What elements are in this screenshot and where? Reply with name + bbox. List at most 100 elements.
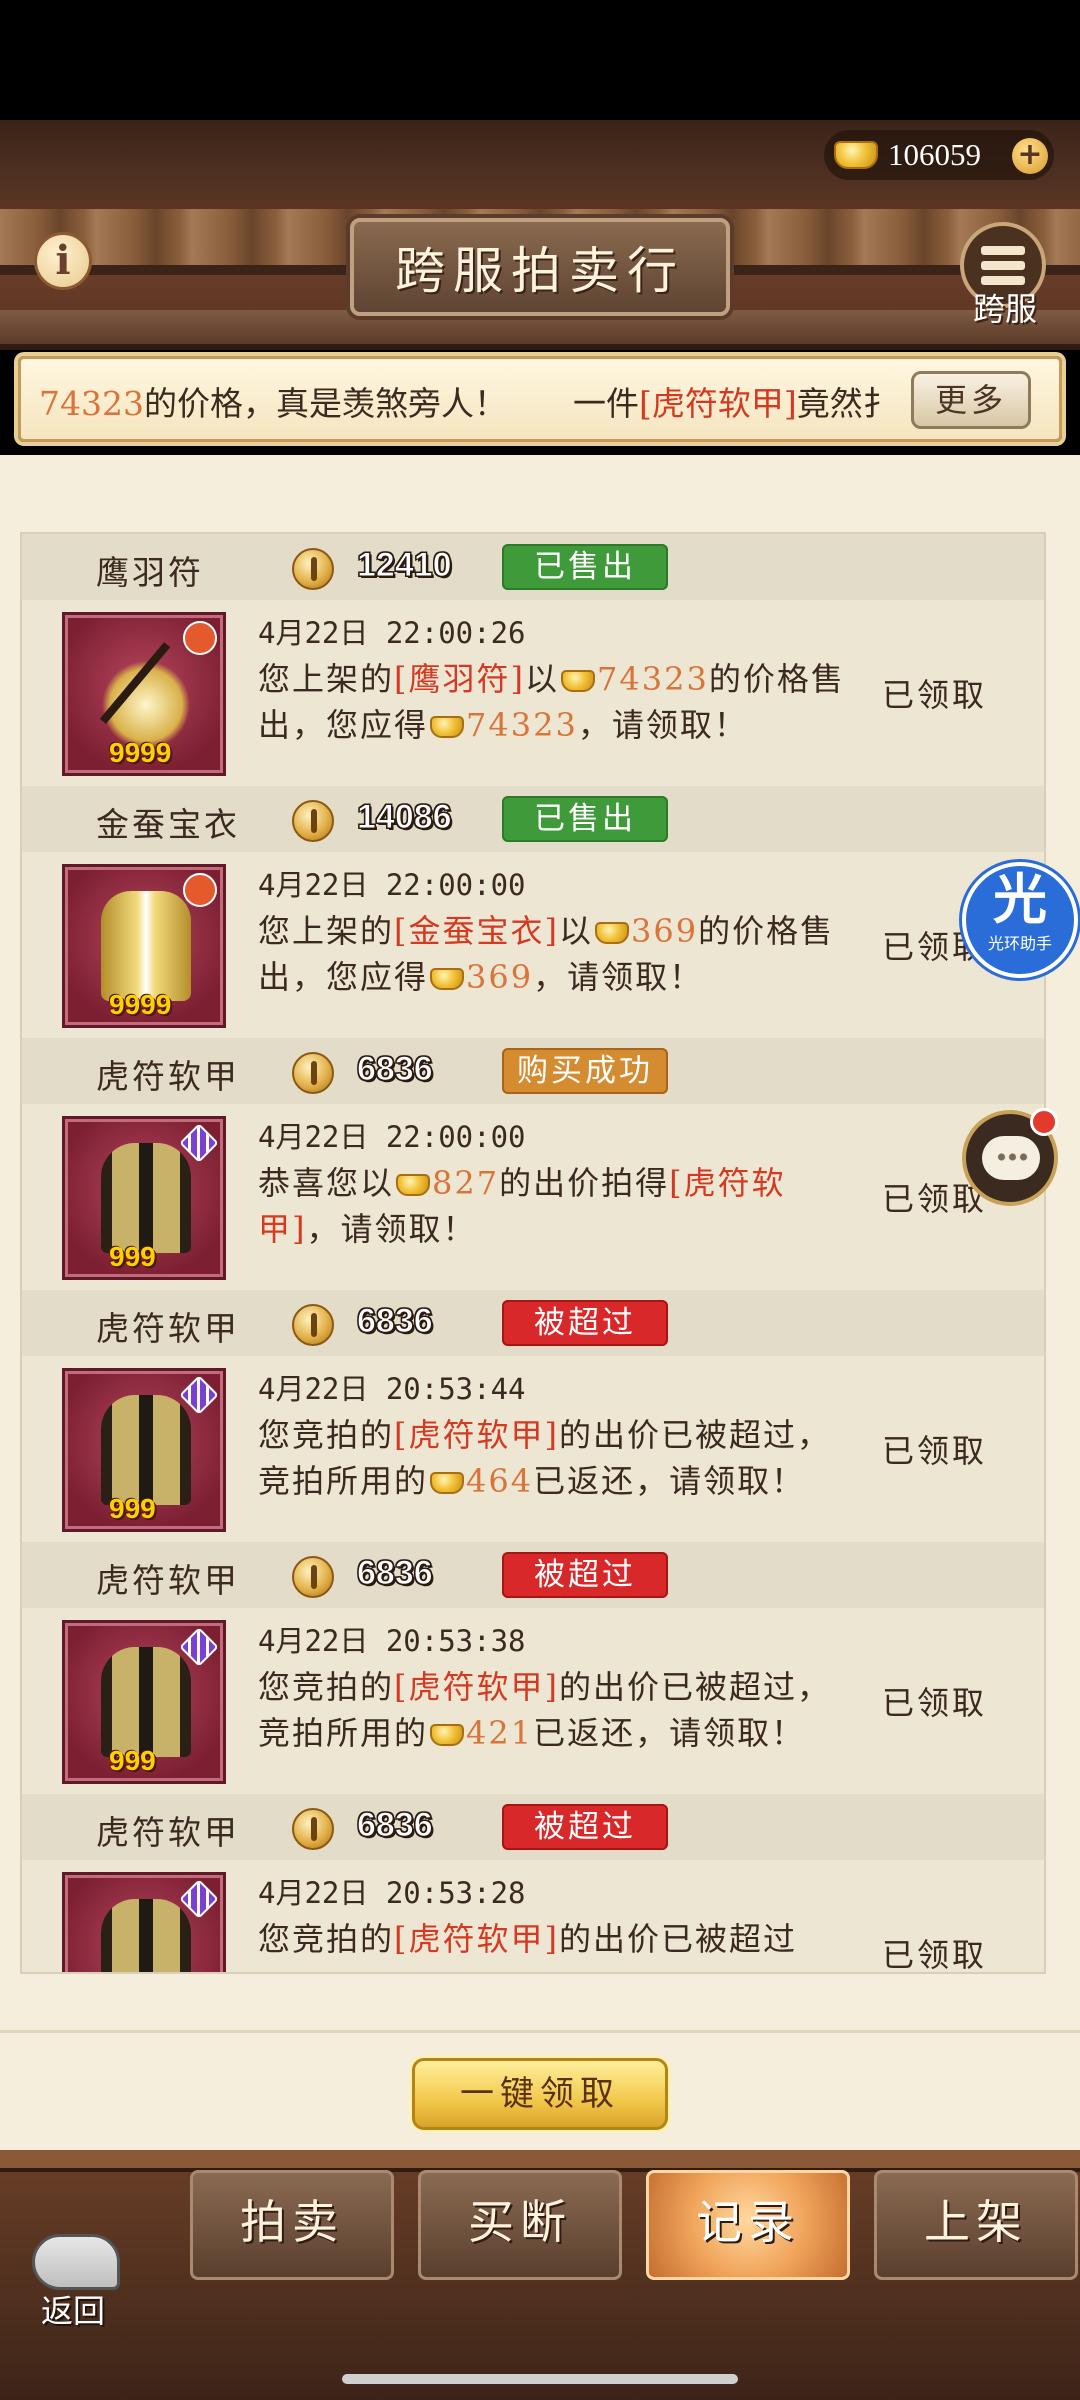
armor-icon: [101, 1143, 191, 1253]
coin-icon: [292, 800, 334, 842]
record-time: 4月22日 22:00:00: [258, 868, 526, 902]
assistant-label: 光环助手: [987, 934, 1052, 953]
list-item: 虎符软甲 6836 被超过 999 4月22日 20:53:38 您竞拍的[虎符…: [22, 1542, 1044, 1794]
rank-icon: [179, 1123, 219, 1163]
currency-value: 106059: [888, 137, 981, 172]
coin-icon: [292, 1808, 334, 1850]
assistant-glyph: 光: [993, 868, 1047, 931]
item-price: 6836: [357, 1050, 434, 1089]
cross-server-button[interactable]: 跨服: [960, 222, 1050, 328]
item-quantity: 999: [109, 1493, 156, 1524]
record-body: 999 4月22日 20:53:28 您竞拍的[虎符软甲]的出价已被超过 已领取: [22, 1860, 1044, 1974]
ingot-icon: [834, 141, 878, 169]
golden-robe-icon: [101, 891, 191, 1001]
item-price: 14086: [357, 798, 453, 837]
back-arrow-icon: [32, 2234, 120, 2290]
claim-status: 已领取: [882, 676, 988, 714]
more-button[interactable]: 更多: [911, 371, 1031, 429]
record-header: 虎符软甲 6836 购买成功: [22, 1038, 1044, 1104]
record-time: 4月22日 22:00:00: [258, 1120, 526, 1154]
record-body: 9999 4月22日 22:00:26 您上架的[鹰羽符]以 74323的价格售出…: [22, 600, 1044, 786]
record-message: 您上架的[金蚕宝衣]以 369的价格售出，您应得 369，请领取！: [258, 912, 835, 996]
claim-status: 已领取: [882, 1684, 988, 1722]
record-message: 您上架的[鹰羽符]以 74323的价格售出，您应得 74323，请领取！: [258, 660, 845, 744]
item-name: 虎符软甲: [96, 1813, 240, 1852]
rank-icon: [179, 1879, 219, 1919]
record-body: 999 4月22日 22:00:00 恭喜您以 827的出价拍得[虎符软甲]，请领…: [22, 1104, 1044, 1290]
item-quantity: 999: [109, 1241, 156, 1272]
notification-dot: [1030, 1108, 1058, 1136]
record-message: 您竞拍的[虎符软甲]的出价已被超过，竞拍所用的 464已返还，请领取！: [258, 1416, 832, 1500]
tab-records[interactable]: 记录: [646, 2170, 850, 2280]
record-message: 恭喜您以 827的出价拍得[虎符软甲]，请领取！: [258, 1164, 786, 1248]
item-price: 6836: [357, 1302, 434, 1341]
list-item: 鹰羽符 12410 已售出 9999 4月22日 22:00:26 您上架的[鹰…: [22, 534, 1044, 786]
status-badge: 购买成功: [502, 1048, 668, 1094]
record-message: 您竞拍的[虎符软甲]的出价已被超过: [258, 1920, 798, 1958]
ticker-text: 74323的价格，真是羡煞旁人！ 一件[虎符软甲]竟然扌: [39, 384, 896, 423]
ingot-icon: [430, 716, 465, 738]
record-time: 4月22日 20:53:28: [258, 1876, 526, 1910]
record-body: 999 4月22日 20:53:44 您竞拍的[虎符软甲]的出价已被超过，竞拍所…: [22, 1356, 1044, 1542]
armor-icon: [101, 1899, 191, 1972]
item-name: 虎符软甲: [96, 1309, 240, 1348]
nav-rail: [0, 2150, 1080, 2172]
coin-icon: [292, 1304, 334, 1346]
claim-status: 已领取: [882, 1432, 988, 1470]
item-name: 金蚕宝衣: [96, 805, 240, 844]
announcement-ticker: 74323的价格，真是羡煞旁人！ 一件[虎符软甲]竟然扌 更多: [18, 356, 1062, 442]
item-quantity: 9999: [109, 989, 172, 1020]
rank-icon: [183, 873, 217, 907]
rank-icon: [179, 1375, 219, 1415]
item-icon[interactable]: 999: [62, 1368, 226, 1532]
rank-icon: [183, 621, 217, 655]
record-header: 鹰羽符 12410 已售出: [22, 534, 1044, 600]
back-button[interactable]: 返回: [18, 2220, 128, 2330]
chat-dots: [996, 1152, 1028, 1162]
tab-auction[interactable]: 拍卖: [190, 2170, 394, 2280]
record-list[interactable]: 鹰羽符 12410 已售出 9999 4月22日 22:00:26 您上架的[鹰…: [20, 532, 1046, 1974]
ingot-icon: [430, 1724, 465, 1746]
item-name: 虎符软甲: [96, 1057, 240, 1096]
plus-icon[interactable]: +: [1012, 138, 1048, 174]
coin-icon: [292, 1556, 334, 1598]
tab-buyout[interactable]: 买断: [418, 2170, 622, 2280]
list-item: 虎符软甲 6836 购买成功 999 4月22日 22:00:00 恭喜您以 82…: [22, 1038, 1044, 1290]
page-title: 跨服拍卖行: [350, 218, 730, 316]
info-icon[interactable]: i: [34, 232, 92, 290]
coin-icon: [292, 548, 334, 590]
status-badge: 被超过: [502, 1552, 668, 1598]
armor-icon: [101, 1647, 191, 1757]
record-time: 4月22日 22:00:26: [258, 616, 526, 650]
tab-listing[interactable]: 上架: [874, 2170, 1078, 2280]
record-body: 9999 4月22日 22:00:00 您上架的[金蚕宝衣]以 369的价格售出，…: [22, 852, 1044, 1038]
list-item: 虎符软甲 6836 被超过 999 4月22日 20:53:44 您竞拍的[虎符…: [22, 1290, 1044, 1542]
home-indicator[interactable]: [342, 2374, 738, 2384]
status-badge: 被超过: [502, 1300, 668, 1346]
claim-all-button[interactable]: 一键领取: [412, 2058, 668, 2130]
ingot-icon: [595, 922, 630, 944]
record-message: 您竞拍的[虎符软甲]的出价已被超过，竞拍所用的 421已返还，请领取！: [258, 1668, 832, 1752]
item-icon[interactable]: 999: [62, 1872, 226, 1972]
item-icon[interactable]: 9999: [62, 864, 226, 1028]
record-header: 虎符软甲 6836 被超过: [22, 1794, 1044, 1860]
item-icon[interactable]: 999: [62, 1620, 226, 1784]
chat-button[interactable]: [962, 1108, 1058, 1206]
item-price: 6836: [357, 1554, 434, 1593]
armor-icon: [101, 1395, 191, 1505]
item-name: 鹰羽符: [96, 553, 204, 592]
record-time: 4月22日 20:53:38: [258, 1624, 526, 1658]
item-price: 6836: [357, 1806, 434, 1845]
item-icon[interactable]: 999: [62, 1116, 226, 1280]
item-quantity: 9999: [109, 737, 172, 768]
back-label: 返回: [40, 2292, 105, 2330]
assistant-button[interactable]: 光 光环助手: [962, 862, 1078, 978]
status-badge: 被超过: [502, 1804, 668, 1850]
claim-status: 已领取: [882, 1936, 988, 1974]
item-icon[interactable]: 9999: [62, 612, 226, 776]
cross-server-label: 跨服: [972, 290, 1037, 328]
feather-talisman-icon: [101, 639, 191, 749]
item-name: 虎符软甲: [96, 1561, 240, 1600]
item-price: 12410: [357, 546, 453, 585]
status-badge: 已售出: [502, 796, 668, 842]
